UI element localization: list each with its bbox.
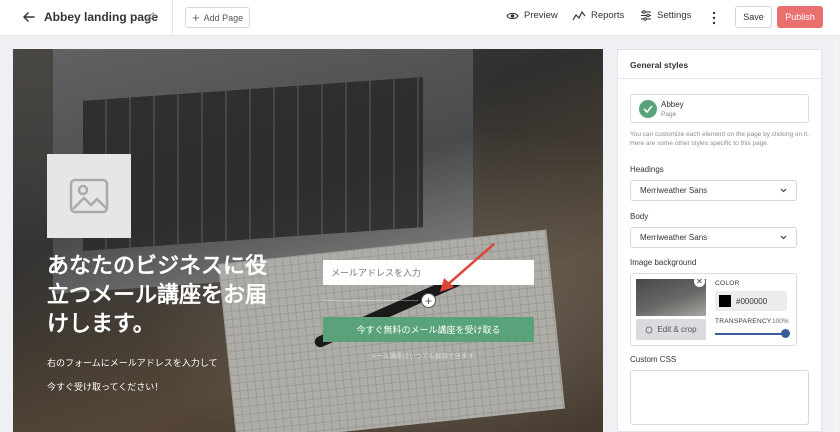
sliders-icon xyxy=(641,10,651,21)
transparency-slider-handle[interactable] xyxy=(781,329,790,338)
chevron-down-icon xyxy=(780,235,787,240)
color-value: #000000 xyxy=(736,296,768,306)
scrollbar[interactable] xyxy=(833,40,839,432)
page-title: Abbey landing page xyxy=(44,10,159,24)
custom-css-textarea[interactable] xyxy=(630,370,809,425)
check-icon xyxy=(639,100,657,118)
page-style-card[interactable]: Abbey Page xyxy=(630,94,809,123)
back-arrow-icon[interactable] xyxy=(22,10,36,24)
image-placeholder[interactable] xyxy=(47,154,131,238)
color-input[interactable]: #000000 xyxy=(715,291,787,311)
styles-panel: General styles Abbey Page You can custom… xyxy=(617,49,822,432)
chevron-down-icon xyxy=(780,188,787,193)
reports-label: Reports xyxy=(591,10,625,21)
add-page-label: Add Page xyxy=(203,12,244,23)
settings-label: Settings xyxy=(657,10,692,21)
settings-button[interactable]: Settings xyxy=(640,10,691,21)
cta-note: メール講座はいつでも解除できます。 xyxy=(370,353,480,360)
edit-crop-button[interactable]: Edit & crop xyxy=(636,319,706,340)
page-canvas[interactable]: あなたのビジネスに役立つメール講座をお届けします。 右のフォームにメールアドレス… xyxy=(13,49,603,432)
edit-crop-label: Edit & crop xyxy=(657,325,697,334)
body-font-select[interactable]: Merriweather Sans xyxy=(630,227,797,248)
panel-divider xyxy=(618,78,821,79)
color-label: COLOR xyxy=(715,280,740,287)
cta-button[interactable]: 今すぐ無料のメール講座を受け取る xyxy=(323,317,534,342)
publish-button[interactable]: Publish xyxy=(777,6,823,28)
remove-image-icon[interactable]: ✕ xyxy=(694,276,705,287)
hero-overlay xyxy=(13,49,603,432)
preview-button[interactable]: Preview xyxy=(506,10,558,21)
panel-title: General styles xyxy=(630,60,689,70)
top-bar: Abbey landing page + Add Page Preview Re… xyxy=(0,0,840,36)
reports-button[interactable]: Reports xyxy=(572,10,624,21)
headings-font-select[interactable]: Merriweather Sans xyxy=(630,180,797,201)
divider xyxy=(172,0,173,36)
image-background-label: Image background xyxy=(630,258,697,267)
image-background-editor: ✕ Edit & crop COLOR #000000 TRANSPARENCY… xyxy=(630,273,797,346)
image-icon xyxy=(69,178,109,214)
headings-font-value: Merriweather Sans xyxy=(640,186,708,195)
add-element-icon[interactable]: + xyxy=(421,293,436,308)
headings-label: Headings xyxy=(630,165,664,174)
hero-heading[interactable]: あなたのビジネスに役立つメール講座をお届けします。 xyxy=(47,251,287,338)
transparency-label: TRANSPARENCY xyxy=(715,318,772,325)
save-button[interactable]: Save xyxy=(735,6,772,28)
help-text: You can customize each element on the pa… xyxy=(630,131,809,147)
custom-css-label: Custom CSS xyxy=(630,355,677,364)
body-font-value: Merriweather Sans xyxy=(640,233,708,242)
hero-subtext-2[interactable]: 今すぐ受け取ってください！ xyxy=(47,380,163,393)
divider-line xyxy=(323,300,418,301)
color-swatch[interactable] xyxy=(719,295,731,307)
preview-label: Preview xyxy=(524,10,558,21)
transparency-value: 100% xyxy=(772,318,789,325)
eye-icon xyxy=(506,12,519,19)
red-arrow-icon xyxy=(440,243,495,292)
plus-icon: + xyxy=(192,10,200,25)
body-label: Body xyxy=(630,212,649,221)
chart-icon xyxy=(572,10,586,21)
email-input[interactable] xyxy=(323,260,534,285)
page-card-name: Abbey xyxy=(661,100,684,109)
crop-icon xyxy=(645,326,653,333)
transparency-slider-track[interactable] xyxy=(715,333,785,335)
page-card-type: Page xyxy=(661,111,677,118)
edit-pencil-icon[interactable] xyxy=(145,11,157,23)
hero-subtext[interactable]: 右のフォームにメールアドレスを入力して xyxy=(47,356,217,369)
add-page-button[interactable]: + Add Page xyxy=(185,7,251,28)
more-options-icon[interactable] xyxy=(711,11,717,25)
